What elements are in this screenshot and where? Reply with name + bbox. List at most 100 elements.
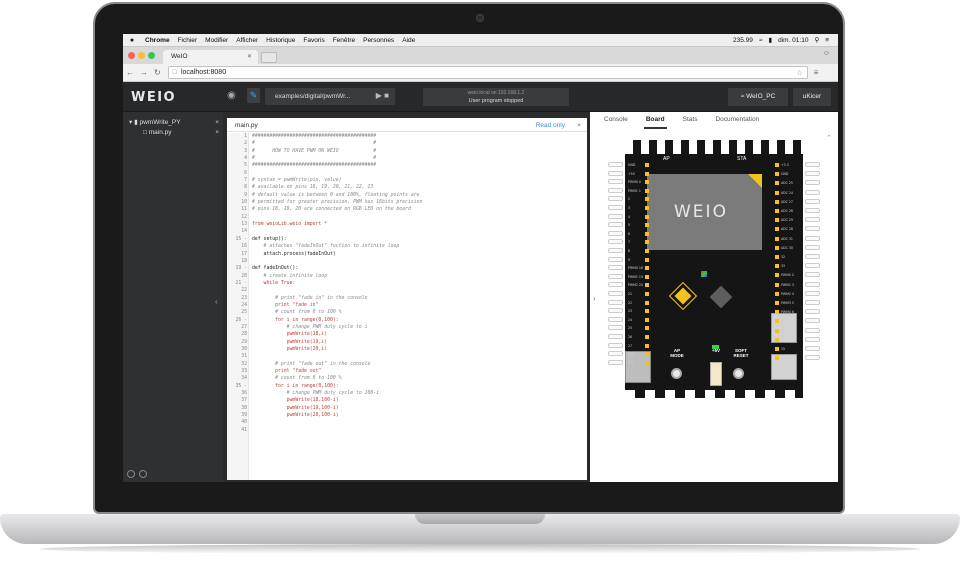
code-line[interactable]: 5 #######################################… bbox=[227, 162, 587, 169]
left-pin[interactable] bbox=[608, 213, 623, 219]
menu-item[interactable]: Aide bbox=[398, 37, 419, 44]
flag-icon[interactable]: ▮ bbox=[766, 36, 776, 44]
left-pin[interactable] bbox=[608, 196, 623, 202]
code-line[interactable]: 24 print "fade in" bbox=[227, 302, 587, 309]
left-pin[interactable] bbox=[608, 170, 623, 176]
left-pin[interactable] bbox=[608, 299, 623, 305]
apple-icon[interactable]: ● bbox=[123, 37, 141, 44]
menu-item[interactable]: Favoris bbox=[299, 37, 328, 44]
ap-mode-button[interactable] bbox=[671, 368, 682, 379]
code-line[interactable]: 10 # permitted for greater precision, PWM… bbox=[227, 199, 587, 206]
right-pin[interactable] bbox=[805, 217, 820, 223]
menu-item[interactable]: Personnes bbox=[359, 37, 398, 44]
code-line[interactable]: 34 # count from 0 to 100 % bbox=[227, 375, 587, 382]
code-line[interactable]: 17 attach.process(fadeInOut) bbox=[227, 251, 587, 258]
left-pin[interactable] bbox=[608, 273, 623, 279]
right-pin[interactable] bbox=[805, 327, 820, 333]
tab-stats[interactable]: Stats bbox=[677, 112, 710, 128]
right-pin[interactable] bbox=[805, 309, 820, 315]
left-pin[interactable] bbox=[608, 239, 623, 245]
left-pin[interactable] bbox=[608, 248, 623, 253]
list-icon[interactable]: ≡ bbox=[822, 37, 832, 44]
code-line[interactable]: 39 pwmWrite(20,100-i) bbox=[227, 412, 587, 419]
close-file-icon[interactable]: × bbox=[215, 128, 219, 138]
right-pin[interactable] bbox=[805, 198, 820, 204]
settings-icon[interactable] bbox=[127, 470, 135, 478]
close-editor-icon[interactable]: × bbox=[577, 122, 581, 129]
left-pin[interactable] bbox=[608, 282, 623, 288]
right-pin[interactable] bbox=[805, 336, 820, 342]
code-line[interactable]: 38 pwmWrite(19,100-i) bbox=[227, 405, 587, 412]
file-path-box[interactable]: examples/digital/pwmWr... ▶ ■ bbox=[265, 88, 395, 105]
project-folder[interactable]: ▾ ▮ pwmWrite_PY × bbox=[123, 118, 223, 128]
stop-icon[interactable]: ■ bbox=[384, 91, 389, 100]
code-line[interactable]: 31 bbox=[227, 353, 587, 360]
right-pin[interactable] bbox=[805, 208, 820, 213]
right-pin[interactable] bbox=[805, 263, 820, 269]
chrome-menu-icon[interactable]: ≡ bbox=[814, 68, 819, 77]
code-line[interactable]: 18 bbox=[227, 258, 587, 265]
right-pin[interactable] bbox=[805, 254, 820, 259]
bookmark-star-icon[interactable]: ☆ bbox=[796, 69, 802, 77]
left-pin[interactable] bbox=[608, 316, 623, 322]
left-pin[interactable] bbox=[608, 230, 623, 236]
code-line[interactable]: 25 # count from 0 to 100 % bbox=[227, 309, 587, 316]
right-pin[interactable] bbox=[805, 180, 820, 186]
collapse-right-icon[interactable]: › bbox=[593, 294, 596, 303]
menu-item[interactable]: Fenêtre bbox=[329, 37, 359, 44]
right-pin[interactable] bbox=[805, 355, 820, 361]
scroll-up-icon[interactable]: ⌃ bbox=[826, 134, 832, 142]
clock-text[interactable]: dim. 01:10 bbox=[775, 37, 811, 44]
left-pin[interactable] bbox=[608, 342, 623, 348]
address-bar[interactable]: □ localhost:8080 ☆ bbox=[167, 66, 808, 79]
menu-item[interactable]: Afficher bbox=[232, 37, 262, 44]
reload-icon[interactable]: ↻ bbox=[151, 68, 164, 77]
code-line[interactable]: 4 # # bbox=[227, 155, 587, 162]
user-button[interactable]: uKicer bbox=[793, 88, 831, 106]
collapse-left-icon[interactable]: ‹ bbox=[215, 297, 218, 306]
play-icon[interactable]: ▶ bbox=[376, 91, 382, 100]
right-pin[interactable] bbox=[805, 272, 820, 278]
code-line[interactable]: 40 bbox=[227, 419, 587, 426]
menu-app[interactable]: Chrome bbox=[141, 37, 174, 44]
code-area[interactable]: 1 #######################################… bbox=[227, 133, 587, 434]
minimize-window-button[interactable] bbox=[138, 52, 145, 59]
preview-eye-icon[interactable]: ◉ bbox=[227, 90, 236, 101]
code-line[interactable]: 30 pwmWrite(20,i) bbox=[227, 346, 587, 353]
close-window-button[interactable] bbox=[128, 52, 135, 59]
left-pin[interactable] bbox=[608, 179, 623, 185]
code-line[interactable]: 1 #######################################… bbox=[227, 133, 587, 140]
right-pin[interactable] bbox=[805, 171, 820, 177]
person-icon[interactable]: ☺ bbox=[823, 50, 830, 57]
wifi-button[interactable]: ≈ WeIO_PC bbox=[728, 88, 788, 106]
right-pin[interactable] bbox=[805, 235, 820, 241]
code-line[interactable]: 7 # syntax = pwmWrite(pin, value) bbox=[227, 177, 587, 184]
new-tab-button[interactable] bbox=[261, 52, 277, 63]
left-pin[interactable] bbox=[608, 351, 623, 357]
code-line[interactable]: 3 # HOW TO HAVE PWM ON WEIO # bbox=[227, 148, 587, 155]
left-pin[interactable] bbox=[608, 291, 623, 296]
code-line[interactable]: 2 # # bbox=[227, 140, 587, 147]
left-pin[interactable] bbox=[608, 162, 623, 167]
code-line[interactable]: 15 - def setup(): bbox=[227, 236, 587, 243]
add-icon[interactable] bbox=[139, 470, 147, 478]
power-switch[interactable] bbox=[710, 362, 722, 386]
code-line[interactable]: 20 # create infinite loop bbox=[227, 273, 587, 280]
right-pin[interactable] bbox=[805, 244, 820, 250]
code-line[interactable]: 36 # change PWM duty cycle to 100-i bbox=[227, 390, 587, 397]
soft-reset-button[interactable] bbox=[733, 368, 744, 379]
right-pin[interactable] bbox=[805, 226, 820, 232]
code-line[interactable]: 33 print "fade out" bbox=[227, 368, 587, 375]
menu-item[interactable]: Fichier bbox=[174, 37, 202, 44]
code-line[interactable]: 11 # pins 18, 19, 20 are connected on RGB… bbox=[227, 206, 587, 213]
code-line[interactable]: 37 pwmWrite(18,100-i) bbox=[227, 397, 587, 404]
menu-item[interactable]: Modifier bbox=[201, 37, 232, 44]
right-pin[interactable] bbox=[805, 162, 820, 167]
search-icon[interactable]: ⚲ bbox=[811, 36, 822, 44]
back-icon[interactable]: ← bbox=[123, 68, 137, 77]
code-line[interactable]: 6 bbox=[227, 170, 587, 177]
menu-item[interactable]: Historique bbox=[262, 37, 299, 44]
zoom-window-button[interactable] bbox=[148, 52, 155, 59]
code-line[interactable]: 26 - for i in range(0,100): bbox=[227, 317, 587, 324]
code-line[interactable]: 21 - while True: bbox=[227, 280, 587, 287]
